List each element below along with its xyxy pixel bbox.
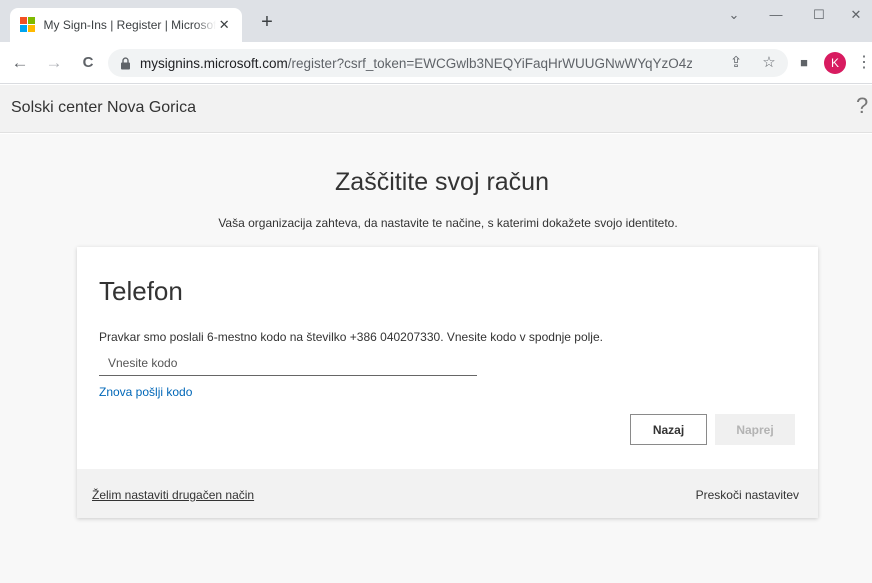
address-bar[interactable]: mysignins.microsoft.com/register?csrf_to… (108, 49, 788, 77)
card-title: Telefon (99, 276, 183, 306)
close-window-button[interactable]: ✕ (836, 4, 872, 28)
forward-arrow-icon[interactable]: → (42, 51, 66, 75)
org-header: Solski center Nova Gorica ? (0, 85, 872, 133)
page-title: Zaščitite svoj račun (335, 168, 549, 196)
side-panel-icon[interactable]: ■ (793, 52, 815, 74)
help-icon[interactable]: ? (856, 93, 868, 119)
skip-setup-link[interactable]: Preskoči nastavitev (696, 488, 799, 502)
profile-avatar[interactable]: K (824, 52, 846, 74)
new-tab-button[interactable]: + (255, 11, 279, 35)
browser-tab[interactable]: My Sign-Ins | Register | Microsoft ✕ (10, 8, 242, 42)
card-footer: Želim nastaviti drugačen način Preskoči … (77, 469, 818, 518)
code-instruction: Pravkar smo poslali 6-mestno kodo na šte… (99, 330, 603, 344)
maximize-button[interactable]: ☐ (799, 4, 839, 28)
tab-strip: My Sign-Ins | Register | Microsoft ✕ + ⌄… (0, 0, 872, 42)
browser-toolbar: ← → C mysignins.microsoft.com/register?c… (0, 42, 872, 84)
lock-icon (121, 56, 130, 69)
phone-setup-card: Telefon Pravkar smo poslali 6-mestno kod… (77, 247, 818, 518)
reload-icon[interactable]: C (76, 51, 100, 75)
next-button[interactable]: Naprej (715, 414, 795, 445)
browser-menu-icon[interactable]: ⋮ (853, 52, 872, 74)
alternate-method-link[interactable]: Želim nastaviti drugačen način (92, 488, 254, 502)
close-tab-icon[interactable]: ✕ (216, 17, 232, 33)
resend-code-link[interactable]: Znova pošlji kodo (99, 385, 192, 399)
verification-code-input[interactable] (99, 350, 477, 376)
org-name: Solski center Nova Gorica (11, 99, 196, 116)
url-text: mysignins.microsoft.com/register?csrf_to… (140, 55, 692, 71)
bookmark-star-icon[interactable]: ☆ (759, 53, 779, 73)
share-icon[interactable]: ⇪ (726, 53, 746, 73)
tab-search-icon[interactable]: ⌄ (714, 4, 754, 28)
page-subtitle: Vaša organizacija zahteva, da nastavite … (218, 216, 678, 230)
back-button[interactable]: Nazaj (630, 414, 707, 445)
tab-title: My Sign-Ins | Register | Microsoft (43, 18, 217, 32)
minimize-button[interactable]: — (756, 4, 796, 28)
back-arrow-icon[interactable]: ← (8, 51, 32, 75)
microsoft-logo-icon (20, 17, 36, 33)
